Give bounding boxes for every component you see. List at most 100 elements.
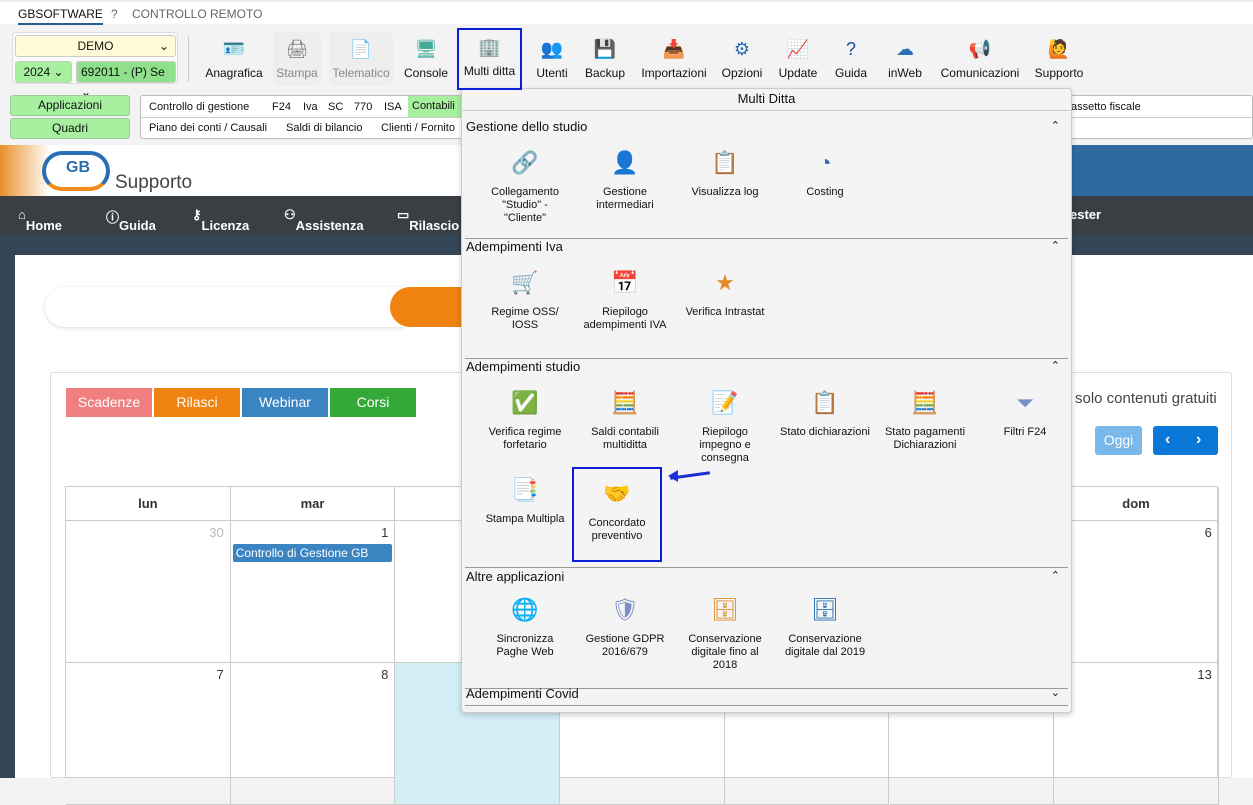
section-title[interactable]: Altre applicazioni [466, 569, 564, 584]
applicazioni-button[interactable]: Applicazioni [10, 95, 130, 116]
item-stato-dichiarazioni[interactable]: 📋 Stato dichiarazioni [780, 382, 870, 439]
toolbar-label: Comunicazioni [940, 66, 1020, 80]
section-title[interactable]: Adempimenti Covid [466, 686, 579, 701]
chevron-down-icon[interactable]: ⌄ [1051, 686, 1060, 699]
menu-bar: GBSOFTWARE ? CONTROLLO REMOTO [0, 0, 1253, 25]
item-label: Stampa Multipla [485, 513, 565, 525]
toolbar-console-button[interactable]: 🖥 Console [401, 32, 451, 86]
company-code-select[interactable]: 692011 - (P) Se ⌄ [76, 61, 176, 99]
item-label: Filtri F24 [1003, 426, 1047, 438]
chevron-right-icon[interactable]: › [1196, 431, 1201, 449]
item-stato-pagamenti-dichiarazioni[interactable]: 🧮 Stato pagamenti Dichiarazioni [880, 382, 970, 452]
quadri-button[interactable]: Quadri [10, 118, 130, 139]
filter-webinar-button[interactable]: Webinar [242, 388, 328, 417]
item-verifica-intrastat[interactable]: ★ Verifica Intrastat [680, 262, 770, 319]
tab-sc[interactable]: SC [328, 101, 343, 113]
toolbar-multi-ditta-button[interactable]: 🏢 Multi ditta [457, 28, 522, 90]
calendar-day[interactable]: 8 [230, 663, 396, 805]
item-riepilogo-impegno-e-consegna[interactable]: 📝 Riepilogo impegno e consegna [680, 382, 770, 465]
nav-home[interactable]: ⌂ Home [18, 207, 62, 233]
tab-770[interactable]: 770 [354, 101, 372, 113]
menu-remote-control[interactable]: CONTROLLO REMOTO [132, 7, 262, 21]
id-card-icon: 🪪 [222, 38, 246, 59]
section-title[interactable]: Gestione dello studio [466, 119, 587, 134]
today-button[interactable]: Oggi [1095, 426, 1142, 455]
calendar-day[interactable]: 7 [66, 663, 231, 805]
item-gestione-gdpr-2016-679[interactable]: 🛡 Gestione GDPR 2016/679 [580, 589, 670, 659]
filter-corsi-button[interactable]: Corsi [330, 388, 416, 417]
tab-contabilita[interactable]: Contabili [408, 96, 468, 117]
tab-saldi-bilancio[interactable]: Saldi di bilancio [286, 122, 362, 134]
chevron-up-icon[interactable]: ⌃ [1051, 359, 1060, 372]
item-gestione-intermediari[interactable]: 👤 Gestione intermediari [580, 142, 670, 212]
chevron-up-icon[interactable]: ⌃ [1051, 119, 1060, 132]
filter-rilasci-button[interactable]: Rilasci [154, 388, 240, 417]
item-conservazione-digitale-dal-2019[interactable]: 🗄 Conservazione digitale dal 2019 [780, 589, 870, 659]
filter-scadenze-button[interactable]: Scadenze [66, 388, 152, 417]
calendar-icon: 📅 [611, 269, 639, 295]
menu-help[interactable]: ? [111, 7, 118, 21]
nav-rilascio[interactable]: ▭ Rilascio [397, 207, 459, 233]
chevron-up-icon[interactable]: ⌃ [1051, 569, 1060, 582]
chevron-left-icon[interactable]: ‹ [1165, 431, 1170, 449]
tab-isa[interactable]: ISA [384, 101, 402, 113]
item-concordato-preventivo[interactable]: 🤝 Concordato preventivo [572, 467, 662, 562]
search-input[interactable] [45, 287, 405, 327]
year-select[interactable]: 2024 ⌄ [15, 61, 72, 83]
item-label: Concordato preventivo [588, 517, 646, 542]
search-button[interactable] [390, 287, 470, 327]
item-filtri-f24[interactable]: ⏷ Filtri F24 [980, 382, 1070, 439]
toolbar-comunicazioni-button[interactable]: 📢 Comunicazioni [938, 32, 1022, 86]
tab-clienti-fornitori[interactable]: Clienti / Fornito [381, 122, 455, 134]
toolbar-anagrafica-button[interactable]: 🪪 Anagrafica [205, 32, 263, 86]
toolbar-importazioni-button[interactable]: 📥 Importazioni [638, 32, 710, 86]
item-label: Visualizza log [691, 186, 759, 198]
item-regime-oss-ioss[interactable]: 🛒 Regime OSS/ IOSS [480, 262, 570, 332]
company-select[interactable]: DEMO ⌄ [15, 35, 176, 57]
toolbar-label: Utenti [536, 66, 568, 80]
nav-guida[interactable]: ⓘ Guida [106, 207, 156, 233]
item-label: Saldi contabili multiditta [591, 426, 659, 451]
nav-assistenza[interactable]: ⚇ Assistenza [284, 207, 364, 233]
item-label: Stato dichiarazioni [780, 426, 870, 438]
item-stampa-multipla[interactable]: 📑 Stampa Multipla [480, 469, 570, 526]
item-visualizza-log[interactable]: 📋 Visualizza log [680, 142, 770, 199]
toolbar-update-button[interactable]: 📈 Update [776, 32, 820, 86]
item-sincronizza-paghe-web[interactable]: 🌐 Sincronizza Paghe Web [480, 589, 570, 659]
toolbar-opzioni-button[interactable]: ⚙ Opzioni [719, 32, 765, 86]
toolbar-inweb-button[interactable]: ☁ inWeb [884, 32, 926, 86]
item-saldi-contabili-multiditta[interactable]: 🧮 Saldi contabili multiditta [580, 382, 670, 452]
nav-licenza[interactable]: ⚷ Licenza [192, 207, 249, 233]
nav-tester[interactable]: ester [1070, 207, 1101, 222]
toolbar-telematico-button[interactable]: 📄 Telematico [329, 32, 393, 86]
chevron-up-icon[interactable]: ⌃ [1051, 239, 1060, 252]
support-icon: 🙋 [1047, 38, 1071, 59]
section-title[interactable]: Adempimenti Iva [466, 239, 563, 254]
menu-gbsoftware[interactable]: GBSOFTWARE [18, 7, 103, 25]
calendar-day[interactable]: 1 [230, 521, 396, 663]
toolbar-guida-button[interactable]: ? Guida [831, 32, 871, 86]
tab-piano-conti[interactable]: Piano dei conti / Causali [149, 122, 267, 134]
tab-f24[interactable]: F24 [272, 101, 291, 113]
update-icon: 📈 [786, 38, 810, 59]
logo-text: Supporto [115, 172, 193, 193]
toolbar-backup-button[interactable]: 💾 Backup [582, 32, 628, 86]
calendar-day[interactable]: 30 [66, 521, 231, 663]
toolbar-utenti-button[interactable]: 👥 Utenti [530, 32, 574, 86]
item-label: Collegamento "Studio" - "Cliente" [491, 186, 559, 224]
calendar-day[interactable]: 13 [1054, 663, 1219, 805]
item-collegamento-studio-cliente-[interactable]: 🔗 Collegamento "Studio" - "Cliente" [480, 142, 570, 225]
calendar-event[interactable]: Controllo di Gestione GB [232, 544, 393, 562]
tab-controllo-gestione[interactable]: Controllo di gestione [149, 101, 249, 113]
item-costing[interactable]: ◔ Costing [780, 142, 870, 199]
divider [188, 36, 189, 82]
tab-iva[interactable]: Iva [303, 101, 318, 113]
toolbar-supporto-button[interactable]: 🙋 Supporto [1032, 32, 1086, 86]
tab-cassetto-fiscale[interactable]: assetto fiscale [1071, 101, 1141, 113]
item-verifica-regime-forfetario[interactable]: ✅ Verifica regime forfetario [480, 382, 570, 452]
calendar-day[interactable]: 6 [1054, 521, 1219, 663]
item-conservazione-digitale-fino-al-2018[interactable]: 🗄 Conservazione digitale fino al 2018 [680, 589, 770, 672]
section-title[interactable]: Adempimenti studio [466, 359, 580, 374]
toolbar-stampa-button[interactable]: 🖨 Stampa [273, 32, 321, 86]
item-riepilogo-adempimenti-iva[interactable]: 📅 Riepilogo adempimenti IVA [580, 262, 670, 332]
